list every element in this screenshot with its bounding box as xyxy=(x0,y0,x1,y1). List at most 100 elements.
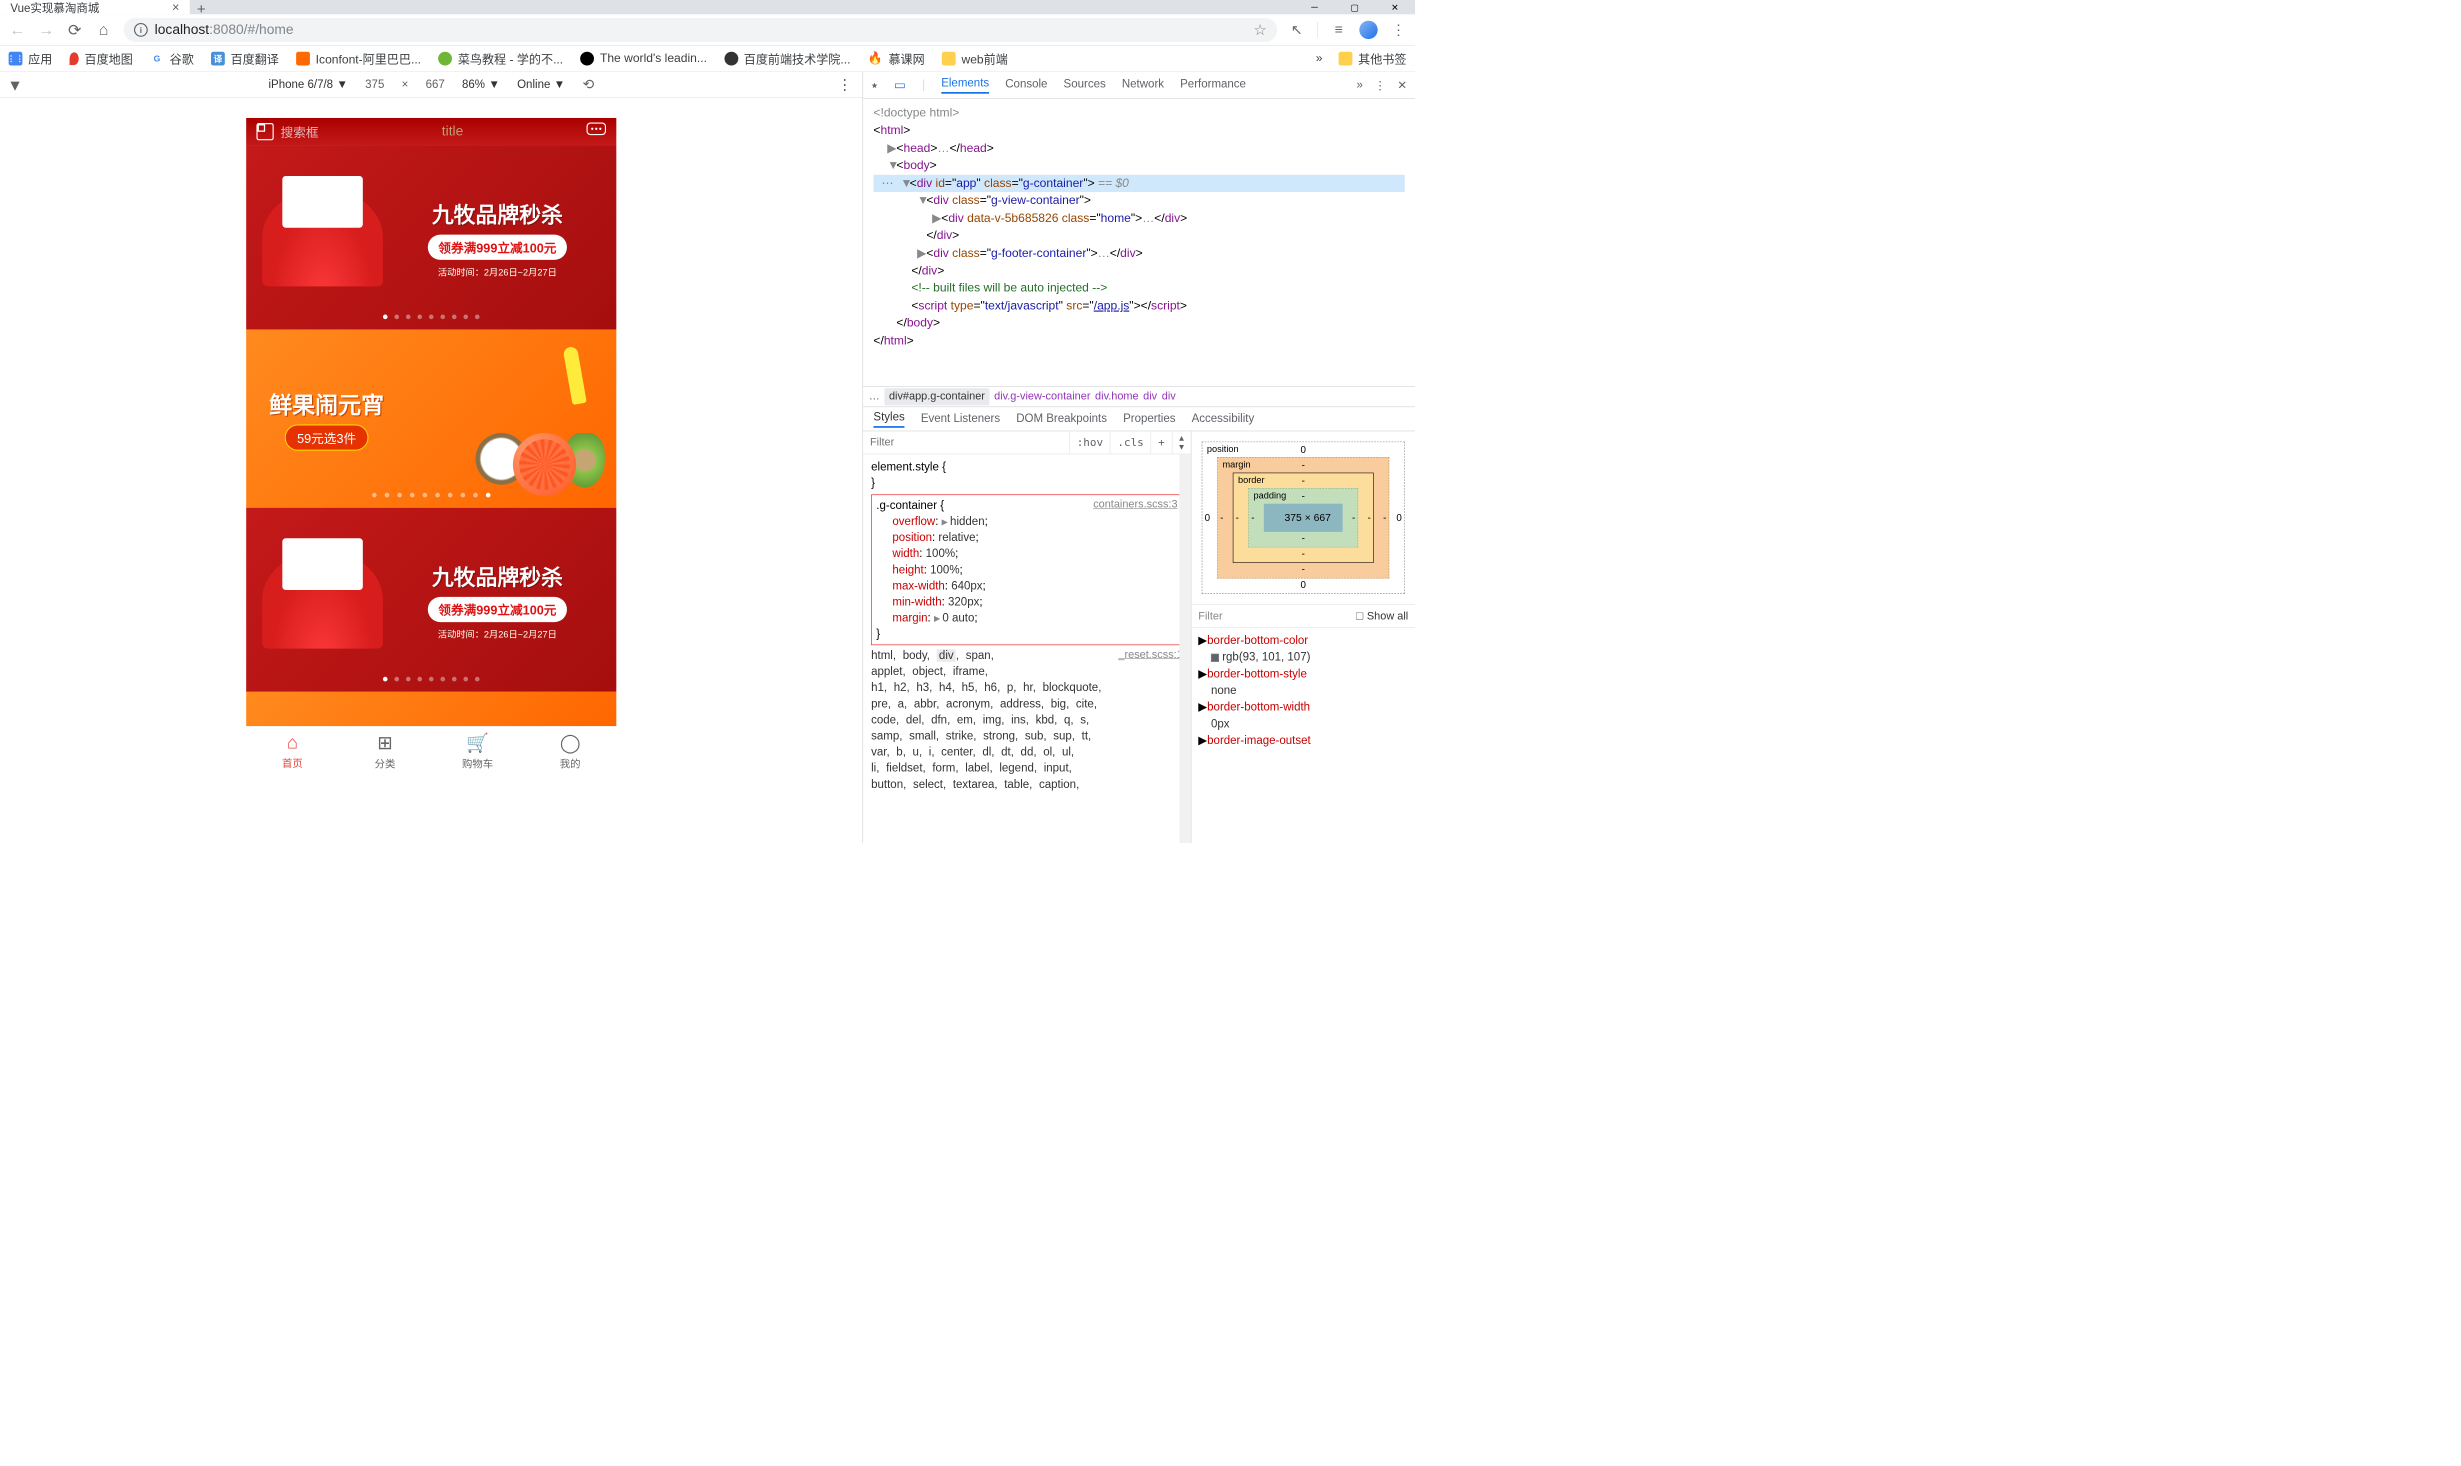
devtools-tabs: ⭑ ▭ | Elements Console Sources Network P… xyxy=(863,72,1415,99)
crumb[interactable]: div xyxy=(1143,390,1157,403)
bookmark-item[interactable]: Iconfont-阿里巴巴... xyxy=(296,50,421,67)
hov-toggle[interactable]: :hov xyxy=(1069,431,1110,453)
bottom-tab-bar: ⌂首页 ⊞分类 🛒购物车 ◯我的 xyxy=(246,726,616,775)
bookmark-item[interactable]: 🔥慕课网 xyxy=(868,50,925,67)
crumb-selected[interactable]: div#app.g-container xyxy=(884,388,989,405)
maximize-button[interactable]: ▢ xyxy=(1335,0,1375,14)
hero-banner[interactable]: 九牧品牌秒杀 领券满999立减100元 活动时间：2月26日~2月27日 xyxy=(246,508,616,692)
bookmark-item[interactable]: 译百度翻译 xyxy=(211,50,279,67)
selected-dom-node[interactable]: ⋯▼<div id="app" class="g-container"> == … xyxy=(873,175,1404,193)
home-icon: ⌂ xyxy=(287,732,298,753)
close-tab-icon[interactable]: × xyxy=(172,0,179,15)
tab-performance[interactable]: Performance xyxy=(1180,77,1246,93)
reading-list-icon[interactable]: ≡ xyxy=(1331,22,1347,38)
device-height[interactable]: 667 xyxy=(426,78,445,91)
bookmark-item[interactable]: 百度地图 xyxy=(70,50,133,67)
devtools-pane: ⭑ ▭ | Elements Console Sources Network P… xyxy=(863,72,1416,843)
grid-icon: ⊞ xyxy=(377,732,392,754)
tab-elements[interactable]: Elements xyxy=(941,76,989,93)
bookmark-item[interactable]: G谷歌 xyxy=(150,50,194,67)
search-placeholder[interactable]: 搜索框 xyxy=(281,122,319,140)
responsive-icon[interactable]: ▾ xyxy=(10,74,19,96)
subtab-event-listeners[interactable]: Event Listeners xyxy=(921,412,1000,425)
tab-profile[interactable]: ◯我的 xyxy=(524,727,617,776)
window-controls: ─ ▢ ✕ xyxy=(1294,0,1415,14)
tab-home[interactable]: ⌂首页 xyxy=(246,727,339,776)
fruit-banner[interactable]: 鲜果闹元宵 59元选3件 xyxy=(246,329,616,507)
subtab-accessibility[interactable]: Accessibility xyxy=(1192,412,1255,425)
tab-network[interactable]: Network xyxy=(1122,77,1164,93)
bookmark-item[interactable]: 菜鸟教程 - 学的不... xyxy=(438,50,563,67)
devtools-menu-icon[interactable]: ⋮ xyxy=(1374,78,1386,92)
bookmark-item[interactable]: The world's leadin... xyxy=(580,52,707,66)
more-tabs-icon[interactable]: » xyxy=(1356,78,1362,91)
devtools-close-icon[interactable]: ✕ xyxy=(1397,78,1407,92)
tab-strip: Vue实现慕淘商城 × + ─ ▢ ✕ xyxy=(0,0,1415,14)
computed-list[interactable]: ▶border-bottom-color rgb(93, 101, 107)▶b… xyxy=(1191,628,1415,843)
chrome-menu-icon[interactable]: ⋮ xyxy=(1390,22,1406,38)
subtab-dom-breakpoints[interactable]: DOM Breakpoints xyxy=(1016,412,1107,425)
carousel-dots[interactable] xyxy=(246,493,616,498)
show-all-checkbox[interactable]: Show all xyxy=(1356,610,1408,623)
browser-toolbar: ← → ⟳ ⌂ i localhost :8080/#/home ☆ ↖ ≡ ⋮ xyxy=(0,14,1415,46)
rotate-icon[interactable]: ⟲ xyxy=(582,76,594,93)
chat-icon[interactable] xyxy=(587,122,607,141)
computed-filter[interactable]: Filter xyxy=(1198,610,1222,623)
tab-category[interactable]: ⊞分类 xyxy=(339,727,432,776)
device-width[interactable]: 375 xyxy=(365,78,384,91)
minimize-button[interactable]: ─ xyxy=(1294,0,1334,14)
browser-tab[interactable]: Vue实现慕淘商城 × xyxy=(0,0,190,14)
app-title: title xyxy=(325,124,579,140)
crumb[interactable]: … xyxy=(869,390,880,403)
crumb[interactable]: div.home xyxy=(1095,390,1139,403)
cursor-ext-icon[interactable]: ↖ xyxy=(1289,22,1305,38)
new-rule-button[interactable]: + xyxy=(1151,431,1172,453)
dom-breadcrumbs: … div#app.g-container div.g-view-contain… xyxy=(863,386,1415,407)
box-model[interactable]: position 0000 margin ---- border ---- xyxy=(1191,431,1415,605)
close-window-button[interactable]: ✕ xyxy=(1375,0,1415,14)
throttling-select[interactable]: Online ▼ xyxy=(517,78,565,91)
subtab-styles[interactable]: Styles xyxy=(873,410,904,427)
subtab-properties[interactable]: Properties xyxy=(1123,412,1175,425)
fruit-images xyxy=(476,433,605,496)
apps-button[interactable]: ⋮⋮ 应用 xyxy=(9,50,53,67)
bookmark-star-icon[interactable]: ☆ xyxy=(1253,21,1266,39)
zoom-select[interactable]: 86% ▼ xyxy=(462,78,500,91)
tab-sources[interactable]: Sources xyxy=(1064,77,1106,93)
tab-cart[interactable]: 🛒购物车 xyxy=(431,727,524,776)
profile-avatar[interactable] xyxy=(1359,21,1377,39)
site-info-icon[interactable]: i xyxy=(134,23,148,37)
back-button[interactable]: ← xyxy=(9,21,26,38)
highlighted-rule: containers.scss:3 .g-container { overflo… xyxy=(871,495,1183,646)
carousel-dots[interactable] xyxy=(246,315,616,320)
reload-button[interactable]: ⟳ xyxy=(66,21,83,38)
device-toolbar: ▾ iPhone 6/7/8 ▼ 375 × 667 86% ▼ Online … xyxy=(0,72,863,98)
emulated-phone[interactable]: 搜索框 title 九牧品牌秒杀 领券满999立减100元 活动时间：2月26日… xyxy=(246,118,616,776)
forward-button[interactable]: → xyxy=(37,21,54,38)
tab-console[interactable]: Console xyxy=(1005,77,1047,93)
bookmark-item[interactable]: 百度前端技术学院... xyxy=(724,50,850,67)
hero-banner[interactable]: 九牧品牌秒杀 领券满999立减100元 活动时间：2月26日~2月27日 xyxy=(246,145,616,329)
device-select[interactable]: iPhone 6/7/8 ▼ xyxy=(268,78,347,91)
address-bar[interactable]: i localhost :8080/#/home ☆ xyxy=(124,18,1277,42)
hero-product-image xyxy=(262,551,383,649)
url-host: localhost xyxy=(155,22,209,38)
other-bookmarks[interactable]: 其他书签 xyxy=(1339,50,1407,67)
dom-tree[interactable]: <!doctype html> <html> ▶<head>…</head> ▼… xyxy=(863,99,1415,387)
rule-source-link[interactable]: containers.scss:3 xyxy=(1093,497,1177,512)
bookmarks-overflow[interactable]: » xyxy=(1316,52,1323,66)
tab-title: Vue实现慕淘商城 xyxy=(10,0,99,16)
device-mode-icon[interactable]: ▭ xyxy=(894,78,906,93)
crumb[interactable]: div xyxy=(1162,390,1176,403)
home-button[interactable]: ⌂ xyxy=(95,21,112,38)
cls-toggle[interactable]: .cls xyxy=(1110,431,1151,453)
inspect-icon[interactable]: ⭑ xyxy=(871,78,878,93)
bookmark-item[interactable]: web前端 xyxy=(942,50,1008,67)
scan-icon[interactable] xyxy=(256,123,273,140)
hero-time: 活动时间：2月26日~2月27日 xyxy=(394,264,600,278)
css-rules-panel[interactable]: element.style { } containers.scss:3 .g-c… xyxy=(863,454,1191,843)
device-menu-icon[interactable]: ⋮ xyxy=(837,76,852,94)
rule-source-link[interactable]: _reset.scss:1 xyxy=(1118,647,1182,662)
styles-filter-input[interactable] xyxy=(863,436,1069,449)
crumb[interactable]: div.g-view-container xyxy=(994,390,1090,403)
